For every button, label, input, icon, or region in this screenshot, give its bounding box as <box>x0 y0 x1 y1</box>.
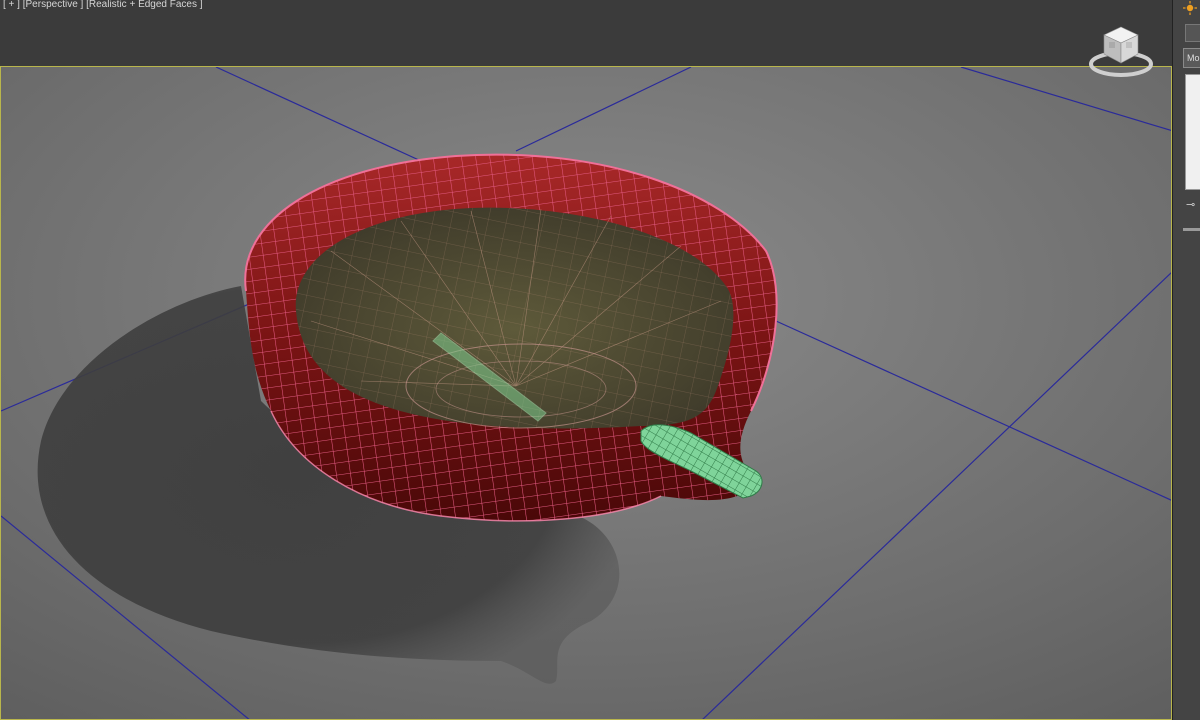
viewport-menu-plus[interactable]: [ + ] <box>3 0 20 10</box>
sun-icon[interactable] <box>1183 1 1197 15</box>
viewport-shading-label[interactable]: [Realistic + Edged Faces ] <box>86 0 202 10</box>
pin-stack-icon[interactable]: ⊸ <box>1186 198 1195 211</box>
viewport-header-bar: [ + ] [Perspective ] [Realistic + Edged … <box>0 0 1172 66</box>
command-panel: Mo ⊸ <box>1172 0 1200 720</box>
viewport-scene[interactable] <box>1 67 1172 720</box>
object-color-swatch[interactable] <box>1185 24 1200 42</box>
viewcube-cube-icon[interactable] <box>1103 26 1139 64</box>
viewport-point-of-view-label[interactable]: [Perspective ] <box>23 0 84 10</box>
panel-divider <box>1183 228 1200 231</box>
viewcube[interactable] <box>1086 24 1156 84</box>
modifier-stack-list[interactable] <box>1185 74 1200 190</box>
perspective-viewport[interactable] <box>0 66 1172 720</box>
modifier-list-dropdown[interactable]: Mo <box>1183 48 1200 68</box>
viewport-label: [ + ] [Perspective ] [Realistic + Edged … <box>3 0 203 10</box>
